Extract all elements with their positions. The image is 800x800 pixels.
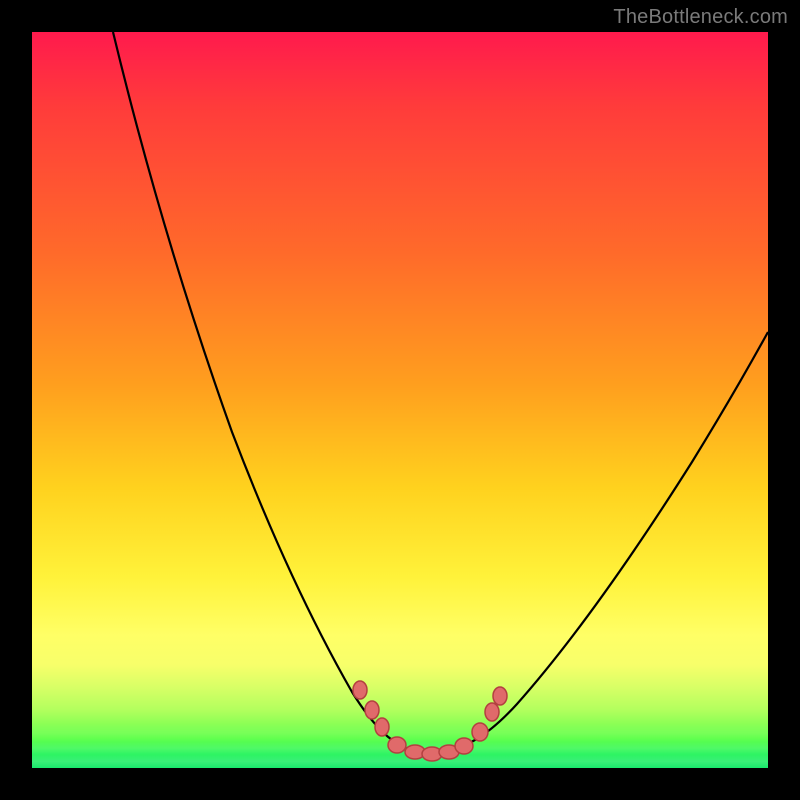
marker-dot bbox=[353, 681, 367, 699]
curve-svg bbox=[32, 32, 768, 768]
marker-dot bbox=[472, 723, 488, 741]
watermark-text: TheBottleneck.com bbox=[613, 6, 788, 29]
marker-dot bbox=[455, 738, 473, 754]
curve-right-path bbox=[427, 332, 768, 754]
marker-dot bbox=[388, 737, 406, 753]
curve-left-path bbox=[113, 32, 427, 754]
marker-dot bbox=[365, 701, 379, 719]
marker-dot bbox=[485, 703, 499, 721]
marker-dot bbox=[375, 718, 389, 736]
marker-group bbox=[353, 681, 507, 761]
chart-frame: TheBottleneck.com bbox=[0, 0, 800, 800]
marker-dot bbox=[493, 687, 507, 705]
v-curve bbox=[113, 32, 768, 754]
plot-area bbox=[32, 32, 768, 768]
